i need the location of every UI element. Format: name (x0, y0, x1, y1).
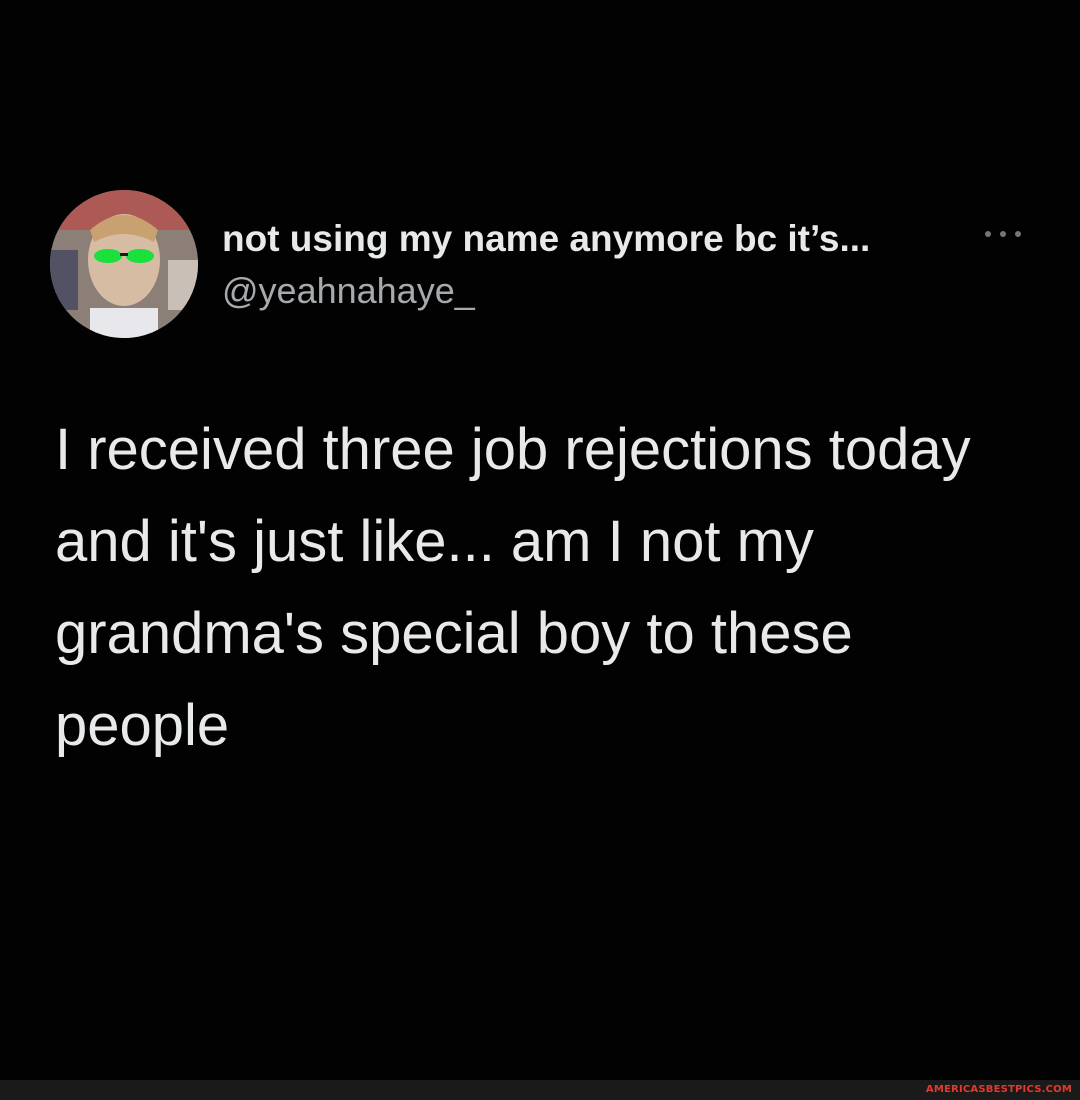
avatar-image (50, 190, 198, 338)
tweet-text: I received three job rejections today an… (55, 417, 971, 758)
watermark-bar: AMERICASBESTPICS.COM (0, 1080, 1080, 1100)
tweet-card: not using my name anymore bc it’s... @ye… (0, 0, 1080, 1080)
more-options-icon[interactable] (985, 226, 1021, 242)
dot-icon (1000, 231, 1006, 237)
dot-icon (985, 231, 991, 237)
dot-icon (1015, 231, 1021, 237)
watermark-text: AMERICASBESTPICS.COM (925, 1084, 1072, 1095)
profile-avatar[interactable] (50, 190, 198, 338)
display-name[interactable]: not using my name anymore bc it’s... (222, 218, 870, 260)
user-handle[interactable]: @yeahnahaye_ (222, 270, 475, 312)
